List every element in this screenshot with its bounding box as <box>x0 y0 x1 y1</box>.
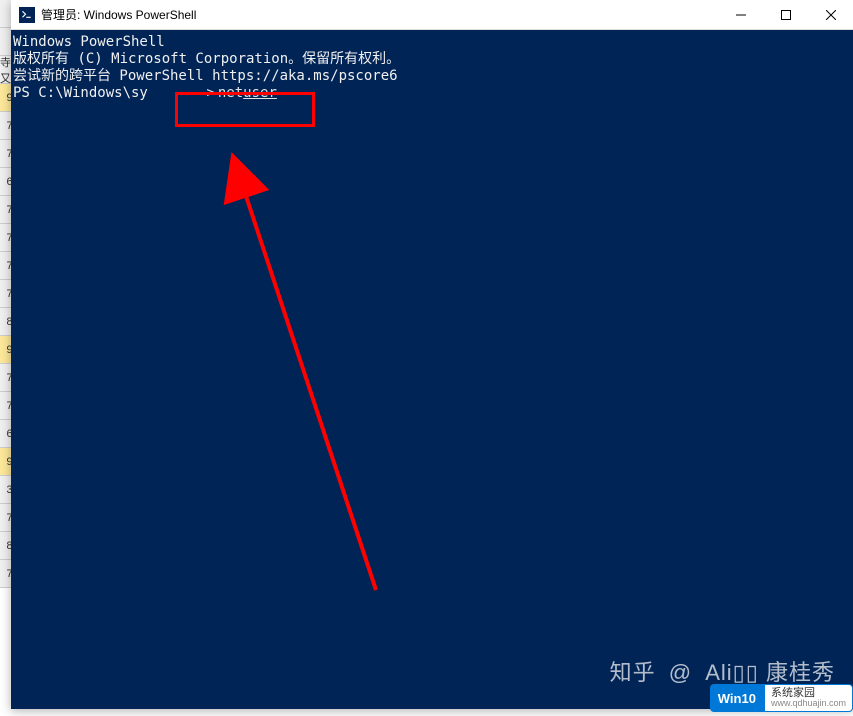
terminal-line: 版权所有 (C) Microsoft Corporation。保留所有权利。 <box>11 51 853 68</box>
watermark-brand: 知乎 <box>610 660 656 685</box>
badge-info: 系统家园 www.qdhuajin.com <box>764 684 853 712</box>
powershell-window: 管理员: Windows PowerShell Windows PowerShe… <box>11 0 853 709</box>
close-button[interactable] <box>808 0 853 30</box>
terminal-prompt-line: PS C:\Windows\system32>net user <box>11 85 853 102</box>
badge-label: Win10 <box>710 684 764 712</box>
annotation-arrow <box>221 140 421 610</box>
minimize-button[interactable] <box>718 0 763 30</box>
window-titlebar[interactable]: 管理员: Windows PowerShell <box>11 0 853 30</box>
terminal-content[interactable]: Windows PowerShell 版权所有 (C) Microsoft Co… <box>11 30 853 709</box>
watermark-at: @ <box>669 660 692 685</box>
window-controls <box>718 0 853 29</box>
command-text: net <box>218 85 243 102</box>
command-text-underlined: user <box>243 85 277 102</box>
terminal-line: Windows PowerShell <box>11 34 853 51</box>
powershell-icon <box>19 7 35 23</box>
terminal-line: 尝试新的跨平台 PowerShell https://aka.ms/pscore… <box>11 68 853 85</box>
prompt-path: PS C:\Windows\sy <box>13 85 148 102</box>
badge-text2: www.qdhuajin.com <box>771 699 846 709</box>
prompt-gt: > <box>206 85 214 102</box>
window-title: 管理员: Windows PowerShell <box>41 6 718 23</box>
site-badge: Win10 系统家园 www.qdhuajin.com <box>710 680 853 716</box>
prompt-hidden-part: stem32 <box>148 85 207 102</box>
maximize-button[interactable] <box>763 0 808 30</box>
